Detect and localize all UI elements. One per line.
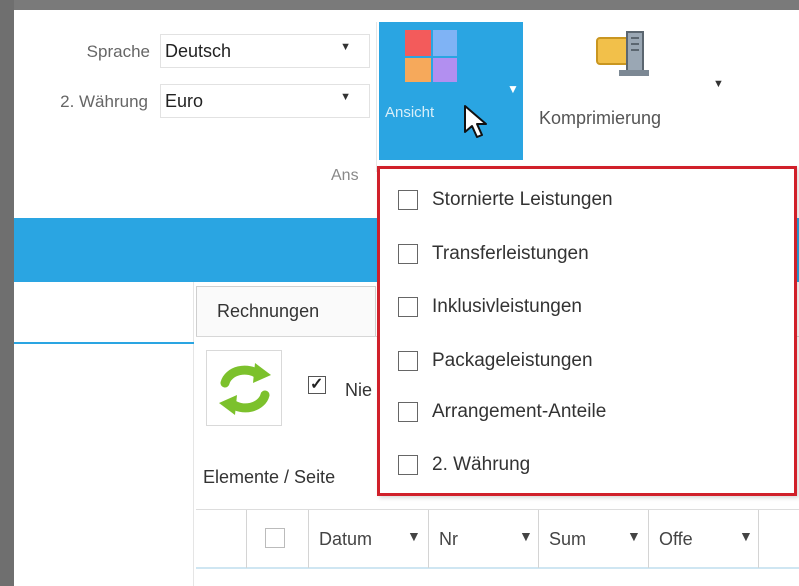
refresh-icon <box>219 363 271 415</box>
option-label: Packageleistungen <box>432 350 593 371</box>
view-options-dropdown: Stornierte Leistungen Transferleistungen… <box>377 166 797 496</box>
dropdown-option-arrangement[interactable]: Arrangement-Anteile <box>398 397 606 427</box>
compress-icon <box>596 31 649 76</box>
refresh-button[interactable] <box>206 350 282 426</box>
filter-icon[interactable]: ▼ <box>519 528 533 544</box>
compress-button-label[interactable]: Komprimierung <box>539 108 661 129</box>
chevron-down-icon: ▼ <box>340 41 351 53</box>
option-label: Arrangement-Anteile <box>432 401 607 422</box>
tab-rechnungen[interactable]: Rechnungen <box>196 286 376 336</box>
view-button-label: Ansicht <box>385 104 435 121</box>
option-label: Inklusivleistungen <box>432 296 582 317</box>
selection-line <box>14 342 194 344</box>
column-header-datum[interactable]: Datum ▼ <box>308 510 428 568</box>
option-checkbox[interactable] <box>398 190 418 210</box>
grid-overflow-cell <box>758 510 799 568</box>
option-label: Transferleistungen <box>432 243 589 264</box>
chevron-down-icon: ▼ <box>340 91 351 103</box>
column-header-nr[interactable]: Nr ▼ <box>428 510 538 568</box>
option-checkbox[interactable] <box>398 402 418 422</box>
nie-checkbox-label: Nie <box>345 380 373 400</box>
option-checkbox[interactable] <box>398 455 418 475</box>
grid-select-all-cell <box>246 510 308 568</box>
mouse-cursor-icon <box>464 105 487 138</box>
column-header-sum[interactable]: Sum ▼ <box>538 510 648 568</box>
select-all-checkbox[interactable] <box>265 528 285 548</box>
view-button[interactable]: Ansicht ▼ <box>379 22 523 160</box>
column-label: Nr <box>439 529 458 549</box>
dropdown-option-second-currency[interactable]: 2. Währung <box>398 450 530 480</box>
ribbon-group-label: Ans <box>331 167 359 184</box>
ribbon-separator <box>376 22 377 172</box>
nie-checkbox[interactable] <box>308 374 326 394</box>
left-pane <box>14 282 194 586</box>
chevron-down-icon[interactable]: ▼ <box>713 78 724 90</box>
column-label: Datum <box>319 529 373 549</box>
window-frame-top <box>0 0 799 10</box>
option-checkbox[interactable] <box>398 244 418 264</box>
grid-header: Datum ▼ Nr ▼ Sum ▼ Offe ▼ <box>196 509 799 569</box>
option-label: 2. Währung <box>432 454 531 475</box>
option-checkbox[interactable] <box>398 351 418 371</box>
dropdown-option-package[interactable]: Packageleistungen <box>398 346 593 376</box>
filter-icon[interactable]: ▼ <box>407 528 421 544</box>
filter-icon[interactable]: ▼ <box>627 528 641 544</box>
language-combo[interactable]: Deutsch ▼ <box>160 34 370 68</box>
chevron-down-icon: ▼ <box>507 82 519 96</box>
currency-combo[interactable]: Euro ▼ <box>160 84 370 118</box>
option-label: Stornierte Leistungen <box>432 189 613 210</box>
column-label: Sum <box>549 529 587 549</box>
window-frame-left <box>0 0 14 586</box>
language-value: Deutsch <box>165 41 232 61</box>
language-label: Sprache <box>86 42 150 61</box>
dropdown-option-inklusiv[interactable]: Inklusivleistungen <box>398 292 582 322</box>
column-header-offen[interactable]: Offe ▼ <box>648 510 758 568</box>
column-label: Offe <box>659 529 693 549</box>
filter-icon[interactable]: ▼ <box>739 528 753 544</box>
elements-per-page-label: Elemente / Seite <box>203 467 336 487</box>
currency-label: 2. Währung <box>60 92 148 111</box>
dropdown-option-transfer[interactable]: Transferleistungen <box>398 239 589 269</box>
dropdown-option-stornierte[interactable]: Stornierte Leistungen <box>398 185 613 215</box>
option-checkbox[interactable] <box>398 297 418 317</box>
tiles-icon <box>405 30 457 82</box>
currency-value: Euro <box>165 91 204 111</box>
